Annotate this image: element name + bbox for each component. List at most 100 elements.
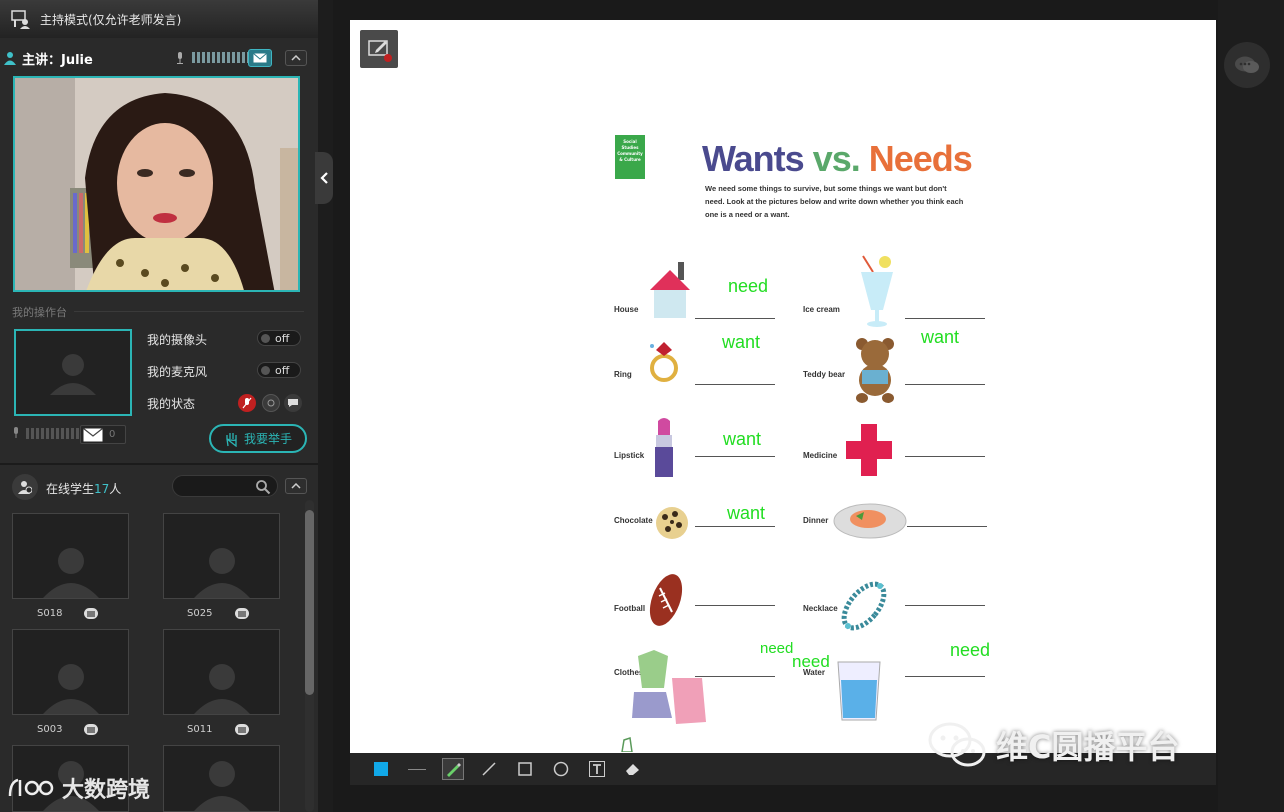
item-label: Dinner <box>803 516 829 525</box>
teddy-bear-icon <box>856 338 894 403</box>
worksheet-title: Wants vs. Needs <box>702 138 973 179</box>
my-messages-button[interactable]: 0 <box>80 425 126 444</box>
my-mic-meter <box>12 427 79 439</box>
mail-icon <box>253 53 267 63</box>
clothes-icon <box>632 650 706 724</box>
brand-logo-icon <box>8 778 54 797</box>
handwritten-answer: need <box>728 276 769 296</box>
handwritten-answer: want <box>723 429 762 449</box>
answer-line <box>695 676 775 677</box>
handwritten-answer: want <box>921 327 960 347</box>
chat-toggle-button[interactable] <box>1224 42 1270 88</box>
answer-line <box>905 676 985 677</box>
partial-item-icon <box>621 737 633 752</box>
divider <box>74 311 304 312</box>
brand-watermark-left: 大数跨境 <box>6 772 150 804</box>
answer-line <box>907 526 987 527</box>
football-icon <box>649 574 683 626</box>
panel-collapse-handle[interactable] <box>315 152 333 204</box>
answer-line <box>905 318 985 319</box>
mail-icon[interactable] <box>84 724 98 735</box>
titlebar: 主持模式(仅允许老师发言) <box>0 0 318 38</box>
lecturer-label: 主讲：Julie <box>22 52 93 68</box>
left-panel: 主持模式(仅允许老师发言) 主讲：Julie 我的操作台 我的摄像头 off 我… <box>0 0 318 812</box>
mode-title: 主持模式(仅允许老师发言) <box>40 12 182 27</box>
student-video-tile[interactable] <box>163 629 280 715</box>
presenter-icon <box>10 8 32 30</box>
lecturer-message-button[interactable] <box>248 49 272 67</box>
online-count-label: 在线学生17人 <box>46 482 122 496</box>
student-list-scrollbar[interactable] <box>305 510 314 695</box>
edit-document-button[interactable] <box>360 30 398 68</box>
self-camera-preview <box>14 329 132 416</box>
chevron-up-icon <box>291 483 301 489</box>
answer-line <box>905 456 985 457</box>
rectangle-tool-button[interactable] <box>514 758 536 780</box>
rectangle-icon <box>518 762 532 776</box>
handwritten-answer: want <box>722 332 761 352</box>
mail-icon <box>83 427 103 441</box>
color-swatch-button[interactable] <box>370 758 392 780</box>
ice-cream-icon <box>861 255 893 327</box>
camera-label: 我的摄像头 <box>147 333 208 347</box>
search-icon[interactable] <box>255 479 271 499</box>
mic-toggle[interactable]: off <box>257 362 301 378</box>
student-search-input[interactable] <box>172 475 278 497</box>
raise-hand-button[interactable]: 我要举手 <box>209 424 307 453</box>
ring-icon <box>650 342 678 382</box>
mail-icon[interactable] <box>235 724 249 735</box>
mic-icon <box>176 52 184 68</box>
document-page: Social Studies Community & Culture Wants… <box>350 20 1216 753</box>
student-video-tile[interactable] <box>163 745 280 812</box>
answer-line <box>695 526 775 527</box>
classroom-app: 主持模式(仅允许老师发言) 主讲：Julie 我的操作台 我的摄像头 off 我… <box>0 0 1284 812</box>
student-video-tile[interactable] <box>12 513 129 599</box>
chat-bubble-icon <box>1235 56 1259 73</box>
eraser-icon <box>626 764 639 775</box>
mic-icon <box>14 427 18 438</box>
item-label: Lipstick <box>614 451 645 460</box>
online-students-bar: 在线学生17人 <box>0 474 318 500</box>
divider <box>0 463 318 465</box>
camera-toggle[interactable]: off <box>257 330 301 346</box>
pen-icon <box>482 762 496 776</box>
item-label: Necklace <box>803 604 838 613</box>
worksheet-instructions: We need some things to survive, but some… <box>705 184 964 219</box>
item-label: House <box>614 305 639 314</box>
mail-icon[interactable] <box>84 608 98 619</box>
line-width-button[interactable] <box>406 758 428 780</box>
edit-icon <box>368 40 392 62</box>
lipstick-icon <box>655 418 673 477</box>
answer-line <box>905 605 985 606</box>
ellipse-tool-button[interactable] <box>550 758 572 780</box>
camera-status-icon[interactable] <box>262 394 280 412</box>
student-video-tile[interactable] <box>12 629 129 715</box>
student-name: S003 <box>37 724 63 735</box>
answer-line <box>695 384 775 385</box>
mic-label: 我的麦克风 <box>147 365 208 379</box>
status-label: 我的状态 <box>147 397 196 411</box>
handwritten-answer: need <box>950 640 991 660</box>
lecturer-collapse-button[interactable] <box>285 50 307 66</box>
pen-tool-button[interactable] <box>478 758 500 780</box>
water-glass-icon <box>837 661 881 721</box>
highlighter-tool-button[interactable] <box>442 758 464 780</box>
necklace-icon <box>841 581 887 631</box>
chevron-up-icon <box>291 55 301 61</box>
highlighter-icon <box>447 763 461 777</box>
answer-line <box>695 318 775 319</box>
mail-icon[interactable] <box>235 608 249 619</box>
wechat-logo-icon <box>928 722 986 767</box>
item-label: Ring <box>614 370 632 379</box>
online-collapse-button[interactable] <box>285 478 307 494</box>
item-label: Ice cream <box>803 305 840 314</box>
avatar-placeholder-icon <box>50 353 96 395</box>
teacher-video-frame <box>15 78 298 290</box>
student-video-tile[interactable] <box>163 513 280 599</box>
chat-status-icon[interactable] <box>284 394 302 412</box>
lecturer-mic-meter <box>192 52 250 63</box>
eraser-tool-button[interactable] <box>622 758 644 780</box>
text-tool-button[interactable] <box>586 758 608 780</box>
handwritten-answer: need <box>760 640 794 657</box>
mic-muted-icon[interactable] <box>238 394 256 412</box>
